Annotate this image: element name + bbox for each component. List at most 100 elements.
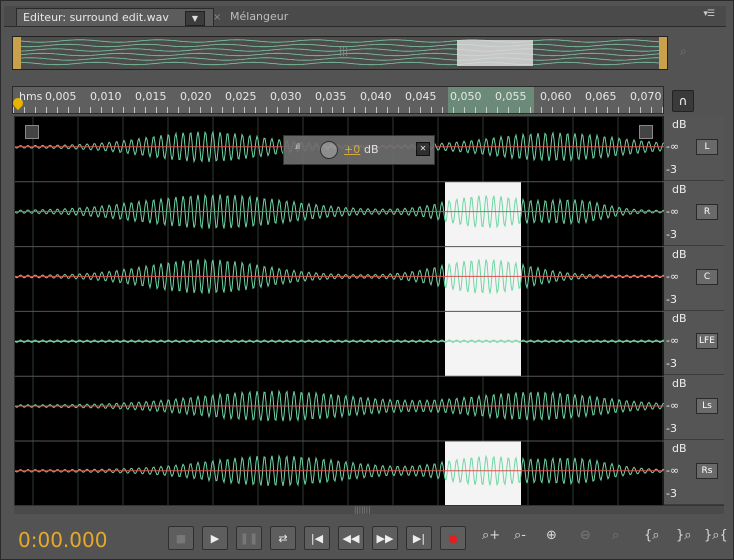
waveform-canvas[interactable] bbox=[15, 117, 664, 506]
channel-controls: dB -∞ -3 LdB -∞ -3 RdB -∞ -3 CdB -∞ -3 LFE dB -∞ -3 Ls dB… bbox=[664, 116, 724, 505]
ruler-tick-label: 0,015 bbox=[135, 90, 167, 103]
ruler-tick-label: 0,025 bbox=[225, 90, 257, 103]
zoom-in-at-end-icon[interactable]: }⌕ bbox=[676, 528, 692, 543]
tab-editor-label: Editeur: surround edit.wav bbox=[23, 11, 169, 24]
overview-channel-line bbox=[21, 39, 659, 43]
zoom-out-full-icon[interactable]: ⊖ bbox=[580, 528, 591, 543]
fade-in-icon[interactable] bbox=[25, 125, 39, 139]
record-button[interactable]: ● bbox=[440, 526, 466, 550]
selection-region[interactable] bbox=[445, 246, 521, 312]
db-label: dB bbox=[672, 377, 687, 391]
db-neg-label: -3 bbox=[666, 357, 677, 371]
ruler-tick-label: 0,020 bbox=[180, 90, 212, 103]
db-label: dB bbox=[672, 442, 687, 455]
db-inf-label: -∞ bbox=[666, 140, 680, 153]
ruler-tick-label: 0,065 bbox=[585, 90, 617, 103]
ruler-tick-label: 0,070 bbox=[630, 90, 662, 103]
db-label: dB bbox=[672, 118, 687, 131]
ruler-tick-label: 0,055 bbox=[495, 90, 527, 103]
close-icon[interactable]: × bbox=[213, 9, 221, 27]
db-inf-label: -∞ bbox=[666, 204, 680, 218]
overview-channel-line bbox=[21, 57, 659, 61]
fast-forward-button[interactable]: ▶▶ bbox=[372, 526, 398, 550]
overview-body[interactable]: ||| bbox=[21, 37, 659, 69]
selection-region[interactable] bbox=[445, 441, 521, 506]
db-neg-label: -3 bbox=[666, 487, 677, 500]
volume-knob[interactable] bbox=[320, 141, 338, 159]
zoom-out-amplitude-icon[interactable]: ⌕- bbox=[514, 528, 526, 543]
volume-unit: dB bbox=[364, 143, 379, 156]
channel-control-c: dB -∞ -3 C bbox=[664, 246, 724, 311]
overview-channel-line bbox=[21, 61, 659, 66]
db-inf-label: -∞ bbox=[666, 399, 680, 413]
db-neg-label: -3 bbox=[666, 163, 677, 176]
ruler-unit: hms bbox=[19, 90, 43, 103]
ruler-tick-label: 0,050 bbox=[450, 90, 482, 103]
pin-icon[interactable]: ✕ bbox=[416, 142, 430, 156]
search-icon: ⌕ bbox=[680, 44, 687, 58]
loop-button[interactable]: ⇄ bbox=[270, 526, 296, 550]
db-inf-label: -∞ bbox=[666, 334, 680, 348]
volume-value[interactable]: +0 bbox=[344, 143, 360, 156]
selection-region[interactable] bbox=[445, 181, 521, 247]
ruler-tick-label: 0,030 bbox=[270, 90, 302, 103]
channel-toggle-lfe[interactable]: LFE bbox=[696, 333, 718, 350]
overview-grip-icon[interactable]: ||| bbox=[339, 47, 348, 57]
zoom-out-both-icon[interactable]: }⌕{ bbox=[704, 528, 728, 543]
tab-mixer[interactable]: Mélangeur bbox=[224, 8, 304, 26]
ruler-tick-label: 0,060 bbox=[540, 90, 572, 103]
go-to-end-button[interactable]: ▶| bbox=[406, 526, 432, 550]
db-label: dB bbox=[672, 312, 687, 326]
db-neg-label: -3 bbox=[666, 292, 677, 306]
channel-toggle-r[interactable]: R bbox=[696, 203, 718, 220]
channel-toggle-rs[interactable]: Rs bbox=[696, 463, 718, 479]
channel-toggle-c[interactable]: C bbox=[696, 268, 718, 285]
ruler-tick-label: 0,035 bbox=[315, 90, 347, 103]
zoom-in-amplitude-icon[interactable]: ⌕+ bbox=[482, 528, 500, 543]
channel-toggle-l[interactable]: L bbox=[696, 139, 718, 155]
file-dropdown-button[interactable]: ▼ bbox=[185, 11, 205, 26]
overview-left-handle[interactable] bbox=[13, 37, 21, 69]
zoom-in-at-start-icon[interactable]: {⌕ bbox=[644, 528, 660, 543]
volume-hud: .ıll +0 dB ✕ bbox=[283, 135, 435, 165]
rewind-button[interactable]: ◀◀ bbox=[338, 526, 364, 550]
waveform-overview[interactable]: ||| bbox=[12, 36, 668, 70]
panel-menu-icon[interactable]: ▾☰ bbox=[703, 9, 715, 19]
fade-out-icon[interactable] bbox=[639, 125, 653, 139]
channel-control-r: dB -∞ -3 R bbox=[664, 181, 724, 246]
overview-right-handle[interactable] bbox=[659, 37, 667, 69]
timecode-display[interactable]: 0:00.000 bbox=[18, 528, 107, 552]
waveform-area[interactable] bbox=[14, 116, 665, 507]
channel-toggle-ls[interactable]: Ls bbox=[696, 398, 718, 415]
meter-icon: .ıll bbox=[294, 142, 300, 151]
horizontal-scrollbar[interactable]: ||||||| bbox=[14, 505, 724, 514]
go-to-start-button[interactable]: |◀ bbox=[304, 526, 330, 550]
db-inf-label: -∞ bbox=[666, 269, 680, 283]
channel-control-ls: dB -∞ -3 Ls bbox=[664, 375, 724, 441]
ruler-ticks bbox=[13, 107, 663, 113]
channel-control-lfe: dB -∞ -3 LFE bbox=[664, 310, 724, 376]
play-button[interactable]: ▶ bbox=[202, 526, 228, 550]
stop-button[interactable]: ■ bbox=[168, 526, 194, 550]
db-neg-label: -3 bbox=[666, 227, 677, 241]
db-inf-label: -∞ bbox=[666, 464, 680, 477]
tab-bar: Editeur: surround edit.wav ▼ × Mélangeur… bbox=[4, 6, 726, 27]
ruler-tick-label: 0,010 bbox=[90, 90, 122, 103]
headphone-icon[interactable]: ∩ bbox=[672, 90, 694, 112]
channel-control-l: dB -∞ -3 L bbox=[664, 116, 724, 181]
zoom-to-selection-icon[interactable]: ⌕ bbox=[612, 528, 619, 543]
pause-button[interactable]: ❚❚ bbox=[236, 526, 262, 550]
tab-editor[interactable]: Editeur: surround edit.wav ▼ × bbox=[16, 8, 221, 26]
channel-control-rs: dB -∞ -3 Rs bbox=[664, 440, 724, 505]
overview-selection[interactable] bbox=[457, 40, 533, 66]
db-label: dB bbox=[672, 247, 687, 261]
ruler-tick-label: 0,005 bbox=[45, 90, 77, 103]
selection-region[interactable] bbox=[445, 311, 521, 377]
time-ruler[interactable]: hms 0,005 0,010 0,015 0,020 0,025 0,030 0,035 0… bbox=[10, 86, 664, 114]
scrollbar-grip-icon[interactable]: ||||||| bbox=[354, 506, 371, 514]
transport-bar: 0:00.000 ■ ▶ ❚❚ ⇄ |◀ ◀◀ ▶▶ ▶| ● ⌕+ ⌕- ⊕ ⊖ ⌕ {⌕ }⌕ }⌕{ bbox=[0, 516, 734, 560]
ruler-tick-label: 0,045 bbox=[405, 90, 437, 103]
ruler-tick-label: 0,040 bbox=[360, 90, 392, 103]
db-label: dB bbox=[672, 182, 687, 196]
zoom-in-time-icon[interactable]: ⊕ bbox=[546, 528, 557, 543]
